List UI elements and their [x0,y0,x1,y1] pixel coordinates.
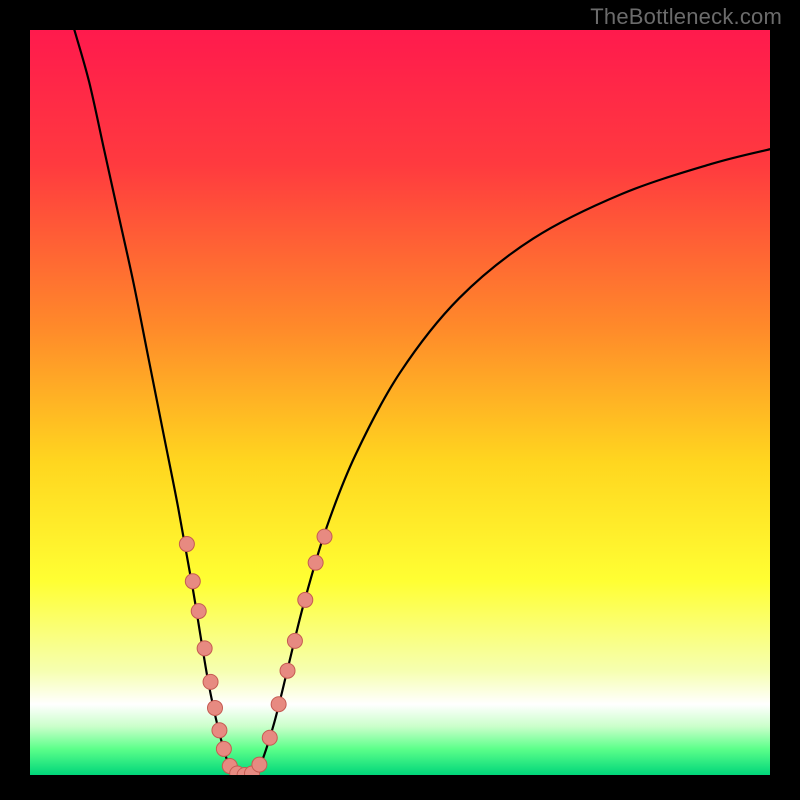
sample-point [317,529,332,544]
plot-area [30,30,770,775]
sample-point [197,641,212,656]
gradient-background [30,30,770,775]
watermark-text: TheBottleneck.com [590,4,782,30]
sample-point [185,574,200,589]
sample-point [308,555,323,570]
sample-point [179,537,194,552]
sample-point [212,723,227,738]
sample-point [252,757,267,772]
sample-point [203,674,218,689]
sample-point [191,604,206,619]
chart-svg [30,30,770,775]
sample-point [271,697,286,712]
sample-point [216,741,231,756]
sample-point [298,592,313,607]
sample-point [262,730,277,745]
sample-point [280,663,295,678]
chart-frame: TheBottleneck.com [0,0,800,800]
sample-point [208,700,223,715]
sample-point [287,633,302,648]
